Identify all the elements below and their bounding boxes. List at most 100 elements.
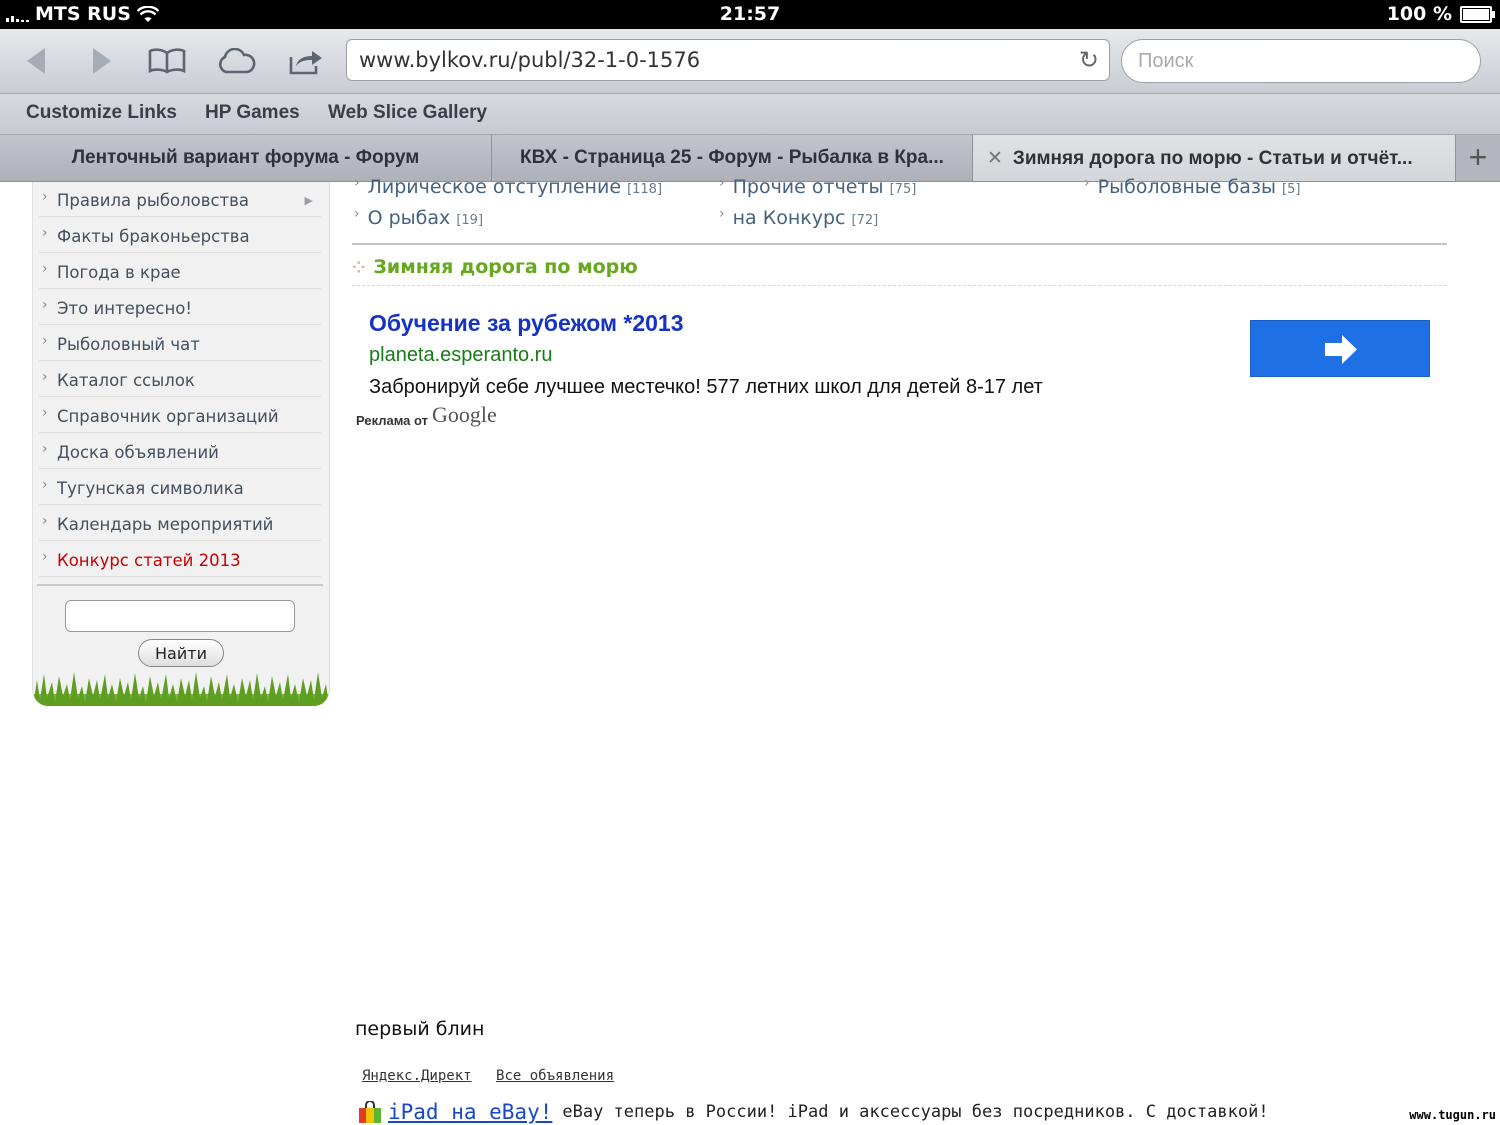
category-link[interactable]: › Прочие отчеты [75] xyxy=(719,175,917,198)
back-icon[interactable] xyxy=(14,39,58,83)
chevron-right-icon: › xyxy=(42,261,48,277)
category-link[interactable]: › О рыбах [19] xyxy=(354,206,484,229)
sidebar-item[interactable]: › Правила рыболовства ▶ xyxy=(39,182,321,217)
bookmarks-bar: Customize Links HP Games Web Slice Galle… xyxy=(0,94,1500,135)
bookmark-web-slice-gallery[interactable]: Web Slice Gallery xyxy=(328,102,487,124)
category-link[interactable]: › Лирическое отступление [118] xyxy=(354,175,663,198)
sidebar-item[interactable]: › Конкурс статей 2013 xyxy=(39,542,321,577)
category-name: Рыболовные базы xyxy=(1097,176,1276,198)
browser-toolbar: www.bylkov.ru/publ/32-1-0-1576 ↻ Поиск xyxy=(0,29,1500,94)
search-input[interactable]: Поиск xyxy=(1121,39,1481,83)
sidebar-item[interactable]: › Это интересно! xyxy=(39,290,321,325)
clock: 21:57 xyxy=(719,3,781,25)
tab-winter-road[interactable]: ✕ Зимняя дорога по морю - Статьи и отчёт.… xyxy=(973,135,1456,181)
sidebar-divider xyxy=(37,584,323,586)
sidebar-item-label: Календарь мероприятий xyxy=(57,515,274,534)
category-name: Лирическое отступление xyxy=(367,176,622,198)
sidebar-item-label: Правила рыболовства xyxy=(57,191,249,210)
sidebar-item[interactable]: › Календарь мероприятий xyxy=(39,506,321,541)
tab-kvh[interactable]: КВХ - Страница 25 - Форум - Рыбалка в Кр… xyxy=(492,135,973,181)
chevron-right-icon: › xyxy=(42,189,48,205)
category-name: на Конкурс xyxy=(732,207,846,229)
cloud-icon[interactable] xyxy=(214,39,258,83)
sidebar-item[interactable]: › Факты браконьерства xyxy=(39,218,321,253)
tab-label: Зимняя дорога по морю - Статьи и отчёт..… xyxy=(1012,148,1413,169)
chevron-right-icon: › xyxy=(42,477,48,493)
sidebar-item[interactable]: › Справочник организаций xyxy=(39,398,321,433)
ad-title-link[interactable]: Обучение за рубежом *2013 xyxy=(369,310,684,337)
google-logo: Google xyxy=(432,402,497,427)
ad-attribution[interactable]: Реклама от Google xyxy=(356,402,497,428)
battery-icon xyxy=(1460,5,1495,23)
sidebar-item[interactable]: › Тугунская символика xyxy=(39,470,321,505)
yandex-direct-link[interactable]: Яндекс.Директ xyxy=(362,1068,472,1084)
url-text: www.bylkov.ru/publ/32-1-0-1576 xyxy=(359,48,701,72)
chevron-right-icon: › xyxy=(42,297,48,313)
search-button[interactable]: Найти xyxy=(138,639,224,667)
chevron-right-icon: › xyxy=(42,405,48,421)
chevron-right-icon: › xyxy=(719,175,725,191)
forward-icon[interactable] xyxy=(80,39,124,83)
chevron-right-icon: › xyxy=(354,175,360,191)
chevron-right-icon: › xyxy=(719,206,725,222)
sidebar-item-label: Погода в крае xyxy=(57,263,181,282)
ad-text: Забронируй себе лучшее местечко! 577 лет… xyxy=(369,376,1043,398)
sidebar: › Правила рыболовства ▶ › Факты браконьерст… xyxy=(32,182,330,706)
category-count: [19] xyxy=(456,213,484,228)
close-tab-icon[interactable]: ✕ xyxy=(987,148,1003,169)
ad-url[interactable]: planeta.esperanto.ru xyxy=(369,344,552,367)
search-placeholder: Поиск xyxy=(1138,50,1194,72)
address-bar[interactable]: www.bylkov.ru/publ/32-1-0-1576 ↻ xyxy=(346,39,1110,81)
sidebar-item-label: Факты браконьерства xyxy=(57,227,250,246)
all-ads-link[interactable]: Все объявления xyxy=(496,1068,614,1084)
article-text: первый блин xyxy=(355,1018,485,1040)
bookmark-customize-links[interactable]: Customize Links xyxy=(26,102,177,124)
reload-icon[interactable]: ↻ xyxy=(1079,46,1099,74)
yandex-ad-link[interactable]: iPad на eBay! xyxy=(388,1100,552,1124)
sidebar-item-label: Доска объявлений xyxy=(57,443,219,462)
shopping-bag-icon xyxy=(359,1101,381,1123)
tab-forum[interactable]: Ленточный вариант форума - Форум xyxy=(0,135,492,181)
chevron-right-icon: › xyxy=(42,549,48,565)
category-link[interactable]: › на Конкурс [72] xyxy=(719,206,878,229)
page-title: ⁘ Зимняя дорога по морю xyxy=(352,256,638,278)
chevron-right-icon: › xyxy=(1084,175,1090,191)
sidebar-item-label: Рыболовный чат xyxy=(57,335,200,354)
tab-label: КВХ - Страница 25 - Форум - Рыбалка в Кр… xyxy=(520,147,944,168)
category-link[interactable]: › Рыболовные базы [5] xyxy=(1084,175,1301,198)
ad-go-button[interactable] xyxy=(1250,320,1430,377)
sidebar-item[interactable]: › Рыболовный чат xyxy=(39,326,321,361)
sidebar-item-label: Каталог ссылок xyxy=(57,371,195,390)
sidebar-item-label: Тугунская символика xyxy=(57,479,244,498)
bookmarks-icon[interactable] xyxy=(145,39,189,83)
new-tab-icon[interactable]: + xyxy=(1456,135,1500,181)
chevron-right-icon: › xyxy=(42,513,48,529)
sidebar-item[interactable]: › Погода в крае xyxy=(39,254,321,289)
grass-decoration xyxy=(33,672,329,706)
category-count: [75] xyxy=(889,182,917,197)
site-search-input[interactable] xyxy=(65,600,295,632)
tab-bar: Ленточный вариант форума - Форум КВХ - С… xyxy=(0,135,1500,182)
chevron-right-icon: › xyxy=(42,225,48,241)
sidebar-item-label: Это интересно! xyxy=(57,299,192,318)
share-icon[interactable] xyxy=(284,39,328,83)
battery-label: 100 % xyxy=(1386,3,1452,25)
ad-from-text: Реклама от xyxy=(356,413,429,428)
watermark: www.tugun.ru xyxy=(1409,1108,1496,1122)
bookmark-hp-games[interactable]: HP Games xyxy=(205,102,300,124)
chevron-right-icon: › xyxy=(42,369,48,385)
title-underline xyxy=(352,285,1447,286)
category-count: [5] xyxy=(1282,182,1301,197)
category-count: [118] xyxy=(627,182,663,197)
yandex-ad: iPad на eBay! eBay теперь в России! iPad… xyxy=(358,1100,1269,1124)
content-divider xyxy=(352,243,1447,245)
triangle-right-icon: ▶ xyxy=(304,194,313,207)
sidebar-item[interactable]: › Каталог ссылок xyxy=(39,362,321,397)
sidebar-item-label: Справочник организаций xyxy=(57,407,279,426)
yandex-ad-text: eBay теперь в России! iPad и аксессуары … xyxy=(562,1102,1269,1122)
chevron-right-icon: › xyxy=(354,206,360,222)
tab-label: Ленточный вариант форума - Форум xyxy=(71,147,420,168)
category-name: Прочие отчеты xyxy=(732,176,884,198)
sidebar-item[interactable]: › Доска объявлений xyxy=(39,434,321,469)
sidebar-menu: › Правила рыболовства ▶ › Факты браконьерст… xyxy=(33,182,329,577)
